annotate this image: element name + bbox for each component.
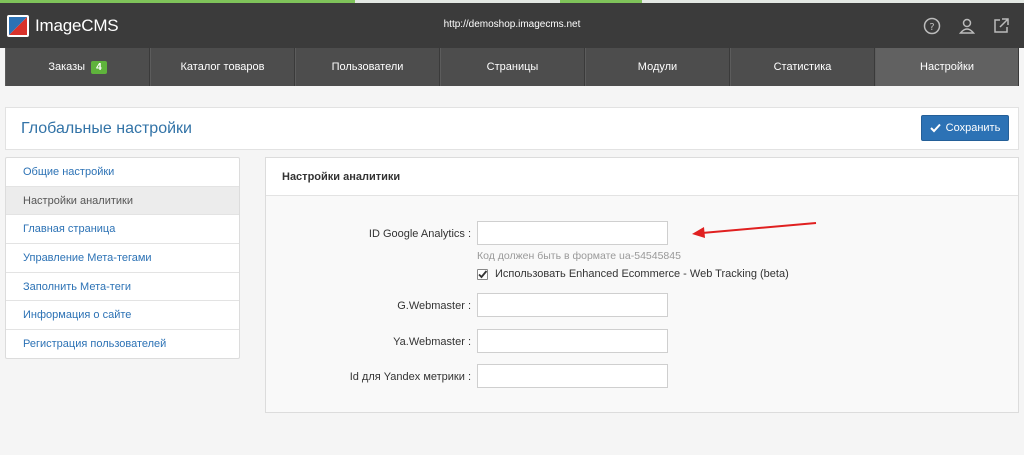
ya-webmaster-label: Ya.Webmaster : (393, 336, 471, 348)
sidebar-item-label: Управление Мета-тегами (23, 251, 152, 264)
nav-item-users[interactable]: Пользователи (295, 48, 440, 86)
ga-id-hint: Код должен быть в формате ua-54545845 (477, 250, 681, 262)
user-icon[interactable] (957, 16, 977, 36)
save-button[interactable]: Сохранить (921, 115, 1009, 141)
nav-item-label: Пользователи (331, 61, 404, 73)
sidebar-item-label: Общие настройки (23, 165, 115, 178)
nav-item-label: Заказы (48, 61, 86, 73)
external-link-icon[interactable] (991, 16, 1011, 36)
sidebar-item-label: Главная страница (23, 223, 116, 236)
nav-item-label: Статистика (773, 61, 832, 73)
sidebar-item-label: Информация о сайте (23, 309, 132, 322)
nav-item-settings[interactable]: Настройки (875, 48, 1019, 86)
sidebar-item-analytics[interactable]: Настройки аналитики (6, 186, 239, 216)
sidebar-item-label: Регистрация пользователей (23, 338, 167, 351)
settings-sidebar: Общие настройки Настройки аналитики Глав… (5, 157, 240, 359)
sidebar-item-label: Заполнить Мета-теги (23, 280, 131, 293)
orders-count-badge: 4 (91, 60, 107, 74)
nav-item-label: Каталог товаров (180, 61, 265, 73)
sidebar-item-general[interactable]: Общие настройки (6, 158, 239, 187)
help-icon[interactable]: ? (922, 16, 942, 36)
save-button-label: Сохранить (945, 122, 1001, 134)
sidebar-item-meta-tags-fill[interactable]: Заполнить Мета-теги (6, 273, 239, 302)
nav-item-label: Модули (637, 61, 678, 73)
analytics-settings-panel: Настройки аналитики ID Google Analytics … (265, 157, 1019, 413)
enhanced-ecommerce-checkbox[interactable] (477, 268, 488, 280)
yandex-metrika-label: Id для Yandex метрики : (349, 371, 471, 383)
nav-item-orders[interactable]: Заказы 4 (5, 48, 150, 86)
enhanced-ecommerce-label: Использовать Enhanced Ecommerce - Web Tr… (495, 268, 789, 280)
sidebar-item-label: Настройки аналитики (23, 194, 134, 207)
nav-item-pages[interactable]: Страницы (440, 48, 585, 86)
g-webmaster-input[interactable] (477, 293, 668, 317)
nav-item-label: Настройки (920, 61, 974, 73)
ya-webmaster-input[interactable] (477, 329, 668, 353)
ga-id-label: ID Google Analytics : (368, 228, 471, 240)
sidebar-item-site-info[interactable]: Информация о сайте (6, 301, 239, 331)
nav-item-catalog[interactable]: Каталог товаров (150, 48, 295, 86)
annotation-arrow-icon (692, 222, 817, 238)
sidebar-item-meta-tags-manage[interactable]: Управление Мета-тегами (6, 244, 239, 273)
yandex-metrika-input[interactable] (477, 364, 668, 388)
page-title: Глобальные настройки (21, 120, 192, 137)
enhanced-ecommerce-option: Использовать Enhanced Ecommerce - Web Tr… (477, 268, 789, 280)
svg-text:?: ? (929, 22, 934, 33)
panel-title: Настройки аналитики (266, 158, 1018, 196)
nav-item-modules[interactable]: Модули (585, 48, 730, 86)
sidebar-item-user-registration[interactable]: Регистрация пользователей (6, 330, 239, 359)
check-icon (929, 123, 941, 133)
page-header: Глобальные настройки Сохранить (5, 107, 1019, 150)
main-nav: Заказы 4 Каталог товаров Пользователи Ст… (5, 48, 1019, 86)
site-url[interactable]: http://demoshop.imagecms.net (0, 19, 1024, 30)
sidebar-item-home-page[interactable]: Главная страница (6, 215, 239, 245)
ga-id-input[interactable] (477, 221, 668, 245)
top-bar: ImageCMS http://demoshop.imagecms.net ? (0, 3, 1024, 48)
checkmark-icon (478, 269, 488, 278)
nav-item-statistics[interactable]: Статистика (730, 48, 875, 86)
g-webmaster-label: G.Webmaster : (397, 300, 471, 312)
nav-item-label: Страницы (486, 61, 539, 73)
